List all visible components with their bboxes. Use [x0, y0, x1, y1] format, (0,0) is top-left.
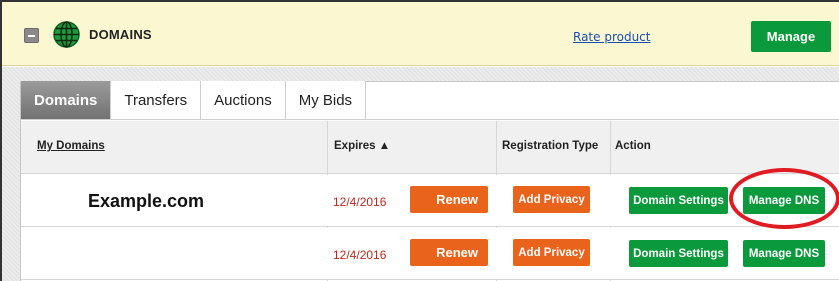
globe-icon: [53, 21, 80, 48]
manage-button[interactable]: Manage: [751, 21, 831, 52]
domain-name[interactable]: Example.com: [88, 191, 204, 212]
page-title: DOMAINS: [89, 27, 152, 42]
rate-product-link[interactable]: Rate product: [573, 30, 650, 44]
table-row: Example.com 12/4/2016 Renew Add Privacy …: [21, 175, 839, 227]
expiry-date: 12/4/2016: [333, 195, 387, 209]
tab-domains[interactable]: Domains: [21, 81, 112, 119]
minus-box-icon[interactable]: [24, 28, 39, 43]
column-header-expires[interactable]: Expires ▲: [334, 140, 390, 152]
column-header-action: Action: [615, 140, 651, 152]
domain-settings-button[interactable]: Domain Settings: [629, 240, 728, 267]
manage-dns-button[interactable]: Manage DNS: [743, 240, 825, 267]
tab-auctions[interactable]: Auctions: [201, 81, 286, 119]
add-privacy-button[interactable]: Add Privacy: [513, 186, 590, 213]
table-header: My Domains Expires ▲ Registration Type A…: [21, 121, 839, 174]
tab-transfers[interactable]: Transfers: [111, 81, 202, 119]
highlight-circle: [729, 168, 839, 229]
domain-settings-button[interactable]: Domain Settings: [629, 187, 728, 214]
column-header-my-domains[interactable]: My Domains: [37, 140, 105, 152]
domains-table-container: Domains Transfers Auctions My Bids My Do…: [20, 81, 839, 281]
renew-button[interactable]: Renew: [410, 186, 488, 213]
table-row: 12/4/2016 Renew Add Privacy Domain Setti…: [21, 228, 839, 280]
domains-panel: Domains Transfers Auctions My Bids My Do…: [2, 67, 839, 281]
renew-button[interactable]: Renew: [410, 239, 488, 266]
column-header-registration-type: Registration Type: [502, 140, 599, 152]
widget-header: DOMAINS Rate product Manage: [2, 2, 839, 66]
tab-my-bids[interactable]: My Bids: [285, 81, 367, 119]
expiry-date: 12/4/2016: [333, 248, 387, 262]
tab-bar: Domains Transfers Auctions My Bids: [21, 81, 839, 120]
add-privacy-button[interactable]: Add Privacy: [513, 239, 590, 266]
domains-widget: DOMAINS Rate product Manage Domains Tran…: [0, 0, 839, 281]
